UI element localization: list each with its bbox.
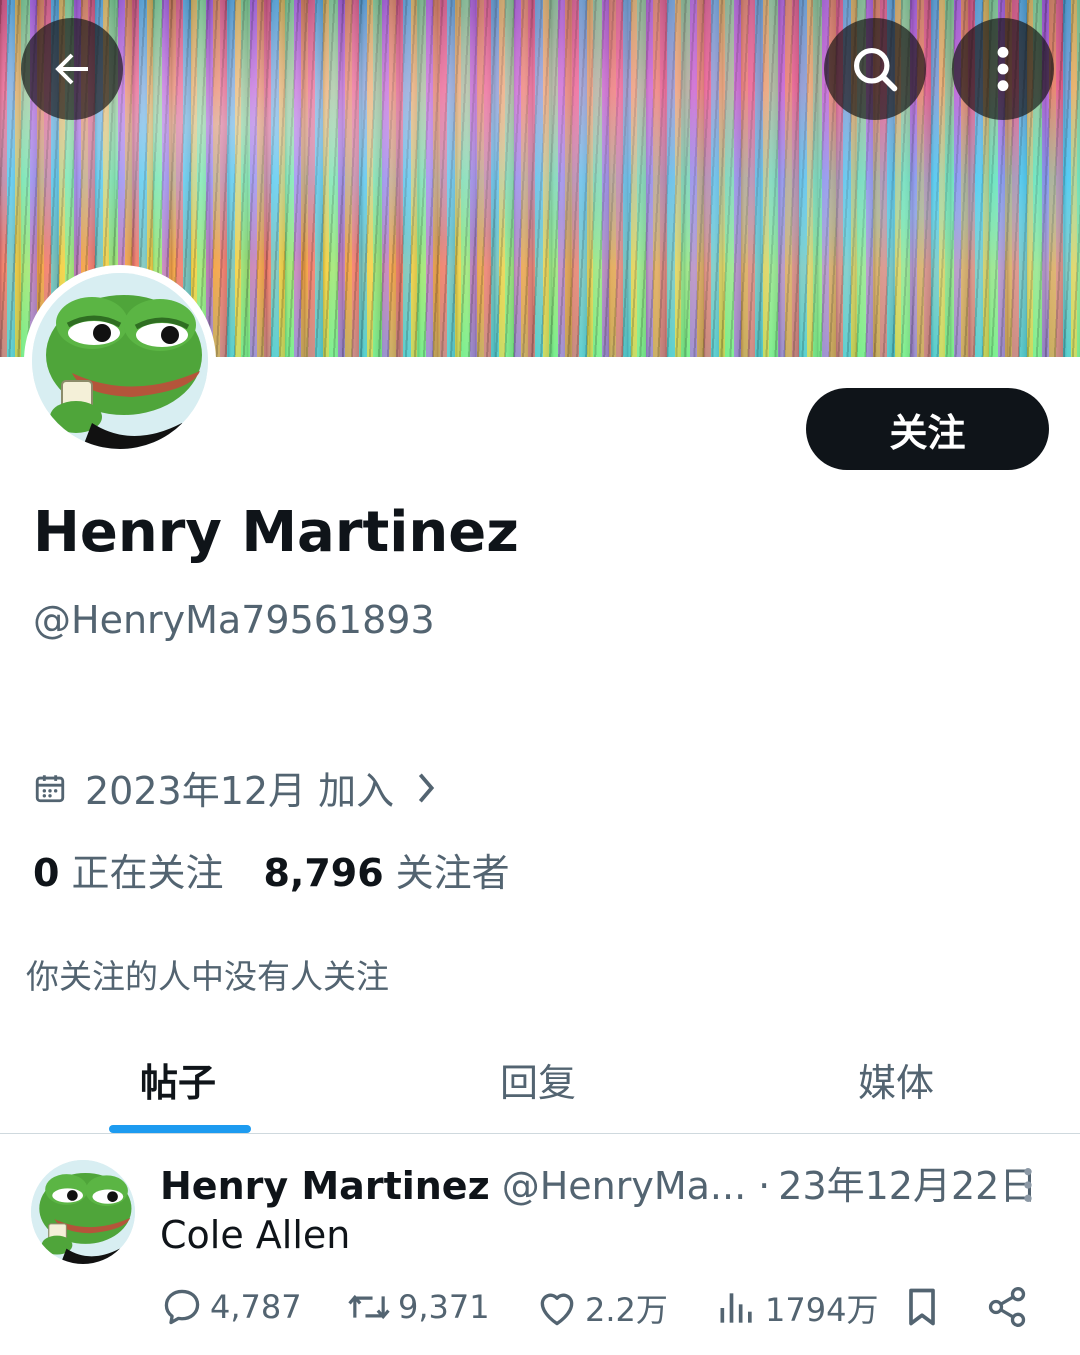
profile-tabs: 帖子 回复 媒体 [0,1030,1080,1134]
post-date[interactable]: 23年12月22日 [778,1155,1037,1210]
heart-icon [540,1293,574,1326]
more-vertical-icon [997,46,1009,92]
views-chart-icon [720,1293,752,1323]
follow-button[interactable]: 关注 [806,388,1049,470]
followers-label: 关注者 [395,851,510,895]
calendar-icon [35,774,65,802]
followers-count: 8,796 [263,851,384,895]
reply-button[interactable]: 4,787 [160,1285,302,1329]
chevron-right-icon [419,773,435,802]
repost-count: 9,371 [398,1288,490,1326]
like-button[interactable]: 2.2万 [535,1285,668,1331]
following-count: 0 [33,851,60,895]
post-item[interactable]: Henry Martinez @HenryMa... · 23年12月22日 C… [0,1135,1080,1355]
bookmark-icon [909,1288,935,1326]
more-options-button[interactable] [952,18,1054,120]
post-author-name[interactable]: Henry Martinez [160,1164,490,1208]
following-label: 正在关注 [71,851,224,895]
mutual-followers-text: 你关注的人中没有人关注 [26,957,389,996]
views-count: 1794万 [765,1291,879,1329]
back-button[interactable] [21,18,123,120]
post-actions: 4,787 9,371 2.2万 1794万 [160,1285,1040,1335]
reply-count: 4,787 [210,1288,302,1326]
post-separator: · [758,1164,771,1208]
tab-media[interactable]: 媒体 [858,1052,934,1107]
like-count: 2.2万 [585,1291,668,1329]
post-header: Henry Martinez @HenryMa... · 23年12月22日 [160,1155,1037,1210]
share-icon [988,1287,1026,1327]
tab-replies[interactable]: 回复 [500,1052,576,1107]
post-avatar[interactable] [31,1160,135,1264]
search-button[interactable] [824,18,926,120]
views-button[interactable]: 1794万 [715,1285,878,1331]
share-button[interactable] [985,1285,1035,1329]
post-more-icon[interactable] [1016,1165,1040,1205]
follow-stats: 0 正在关注 8,796 关注者 [33,842,510,897]
search-icon [853,47,898,92]
arrow-left-icon [55,53,88,85]
profile-avatar[interactable] [24,265,216,457]
bookmark-button[interactable] [902,1285,948,1329]
post-author-handle[interactable]: @HenryMa... [502,1164,746,1208]
frog-avatar-image [32,273,208,449]
frog-avatar-image [31,1160,135,1264]
post-text: Cole Allen [160,1213,351,1257]
join-date-row[interactable]: 2023年12月 加入 [33,760,436,815]
active-tab-indicator [109,1125,251,1133]
profile-handle: @HenryMa79561893 [33,598,435,642]
tab-posts[interactable]: 帖子 [140,1052,216,1107]
followers-link[interactable]: 8,796 关注者 [263,842,509,897]
following-link[interactable]: 0 正在关注 [33,842,223,897]
repost-button[interactable]: 9,371 [346,1285,490,1329]
join-date-text: 2023年12月 加入 [85,769,395,813]
reply-icon [164,1289,200,1325]
profile-name: Henry Martinez [33,500,519,565]
repost-icon [348,1294,390,1320]
